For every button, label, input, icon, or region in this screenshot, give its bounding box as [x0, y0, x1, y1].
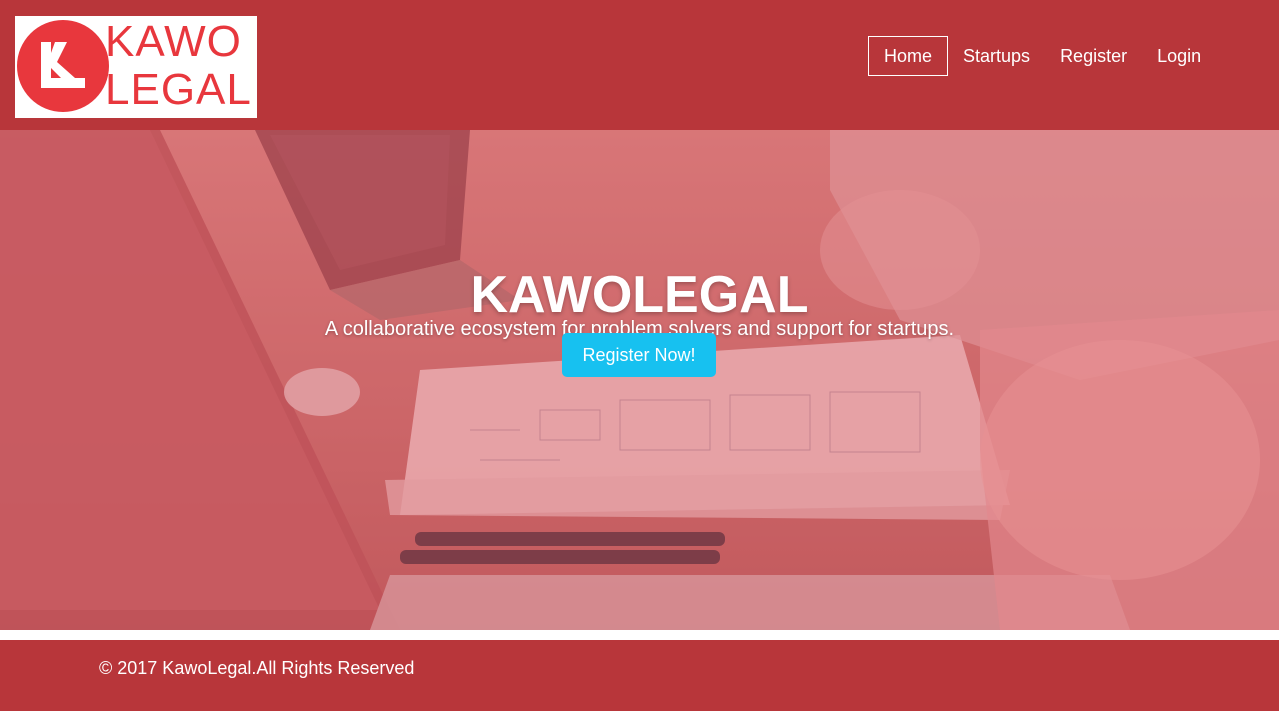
register-now-button[interactable]: Register Now!: [562, 333, 716, 377]
logo-text-line2: LEGAL: [105, 65, 252, 114]
hero-overlay: [0, 130, 1279, 630]
footer-copyright: © 2017 KawoLegal.All Rights Reserved: [99, 658, 415, 678]
site-logo[interactable]: KAWO LEGAL: [15, 16, 257, 118]
hero-banner: KAWOLEGAL A collaborative ecosystem for …: [0, 130, 1279, 630]
site-header: KAWO LEGAL Home Startups Register Login: [0, 0, 1279, 130]
kl-monogram-icon: [41, 42, 85, 88]
logo-circle: [17, 20, 109, 112]
nav-register[interactable]: Register: [1045, 36, 1142, 76]
main-nav: Home Startups Register Login: [868, 36, 1216, 76]
nav-startups[interactable]: Startups: [948, 36, 1045, 76]
site-footer: © 2017 KawoLegal.All Rights Reserved: [0, 640, 1279, 711]
section-divider: [0, 630, 1279, 640]
nav-login[interactable]: Login: [1142, 36, 1216, 76]
logo-text-line1: KAWO: [105, 17, 242, 66]
nav-home[interactable]: Home: [868, 36, 949, 76]
